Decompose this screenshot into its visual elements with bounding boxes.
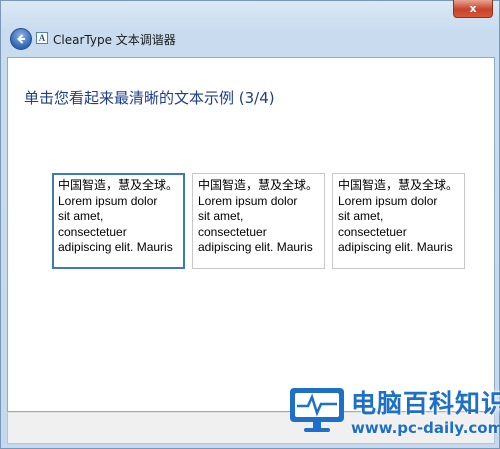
sample-line: adipiscing elit. Mauris [58, 240, 173, 254]
window-frame: x A ClearType 文本调谐器 单击您看起来最清晰的文本示例 (3/4)… [0, 0, 500, 449]
close-icon: x [469, 2, 477, 15]
text-sample-3[interactable]: 中国智造，慧及全球。 Lorem ipsum dolor sit amet, c… [332, 173, 465, 269]
back-arrow-icon [17, 34, 25, 44]
sample-line: Lorem ipsum dolor [198, 193, 298, 208]
content-pane: 单击您看起来最清晰的文本示例 (3/4) 中国智造，慧及全球。 Lorem ip… [7, 57, 495, 412]
sample-line: sit amet, [198, 209, 244, 223]
sample-line: sit amet, [338, 209, 384, 223]
sample-line: consectetuer [58, 224, 127, 239]
sample-line: 中国智造，慧及全球。 [198, 178, 319, 192]
cleartype-app-icon: A [36, 32, 48, 44]
close-button[interactable]: x [453, 0, 493, 18]
watermark-url: www.pc-daily.com [351, 419, 500, 437]
sample-line: sit amet, [58, 209, 104, 223]
instruction-text: 单击您看起来最清晰的文本示例 (3/4) [24, 89, 275, 107]
back-button[interactable] [10, 28, 32, 50]
watermark-title: 电脑百科知识 [351, 389, 500, 418]
sample-line: Lorem ipsum dolor [58, 193, 158, 208]
pc-daily-logo-icon [290, 388, 344, 432]
sample-line: adipiscing elit. Mauris [198, 240, 313, 254]
sample-line: 中国智造，慧及全球。 [58, 178, 179, 192]
sample-line: Lorem ipsum dolor [338, 193, 438, 208]
text-sample-1[interactable]: 中国智造，慧及全球。 Lorem ipsum dolor sit amet, c… [52, 173, 185, 269]
window-title: ClearType 文本调谐器 [53, 33, 176, 47]
sample-line: 中国智造，慧及全球。 [338, 178, 459, 192]
sample-line: consectetuer [338, 224, 407, 239]
sample-line: consectetuer [198, 224, 267, 239]
sample-line: adipiscing elit. Mauris [338, 240, 453, 254]
text-sample-2[interactable]: 中国智造，慧及全球。 Lorem ipsum dolor sit amet, c… [192, 173, 325, 269]
